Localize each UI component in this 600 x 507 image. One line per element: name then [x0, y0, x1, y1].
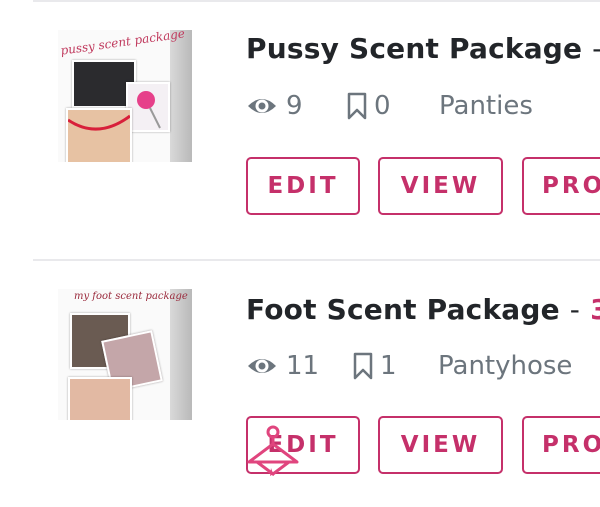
bookmarks-stat: 1 — [352, 351, 397, 381]
eye-icon — [248, 359, 276, 373]
category-label[interactable]: Pantyhose — [438, 351, 572, 381]
hanger-watermark-icon — [247, 425, 299, 476]
listing-title[interactable]: Foot Scent Package - 3 — [246, 293, 600, 326]
bookmark-icon — [353, 352, 373, 380]
listing-divider — [33, 259, 600, 261]
thumbnail-photo-feet — [68, 377, 132, 420]
thumbnail-caption: my foot scent package — [74, 291, 188, 302]
view-button[interactable]: VIEW — [378, 416, 503, 474]
listing-price: 3 — [590, 293, 600, 326]
bookmarks-count: 1 — [380, 351, 397, 381]
listing-title-text: Foot Scent Package — [246, 293, 560, 326]
views-stat: 11 — [246, 351, 319, 381]
views-count: 11 — [286, 351, 320, 381]
listing-item: my foot scent package Foot Scent Package… — [0, 0, 600, 474]
promote-button[interactable]: PRO — [522, 416, 600, 474]
title-separator: - — [569, 293, 581, 326]
package-box-side — [170, 289, 192, 420]
listing-thumbnail[interactable]: my foot scent package — [58, 289, 192, 420]
listing-meta: 11 1 Pantyhose — [246, 351, 600, 387]
